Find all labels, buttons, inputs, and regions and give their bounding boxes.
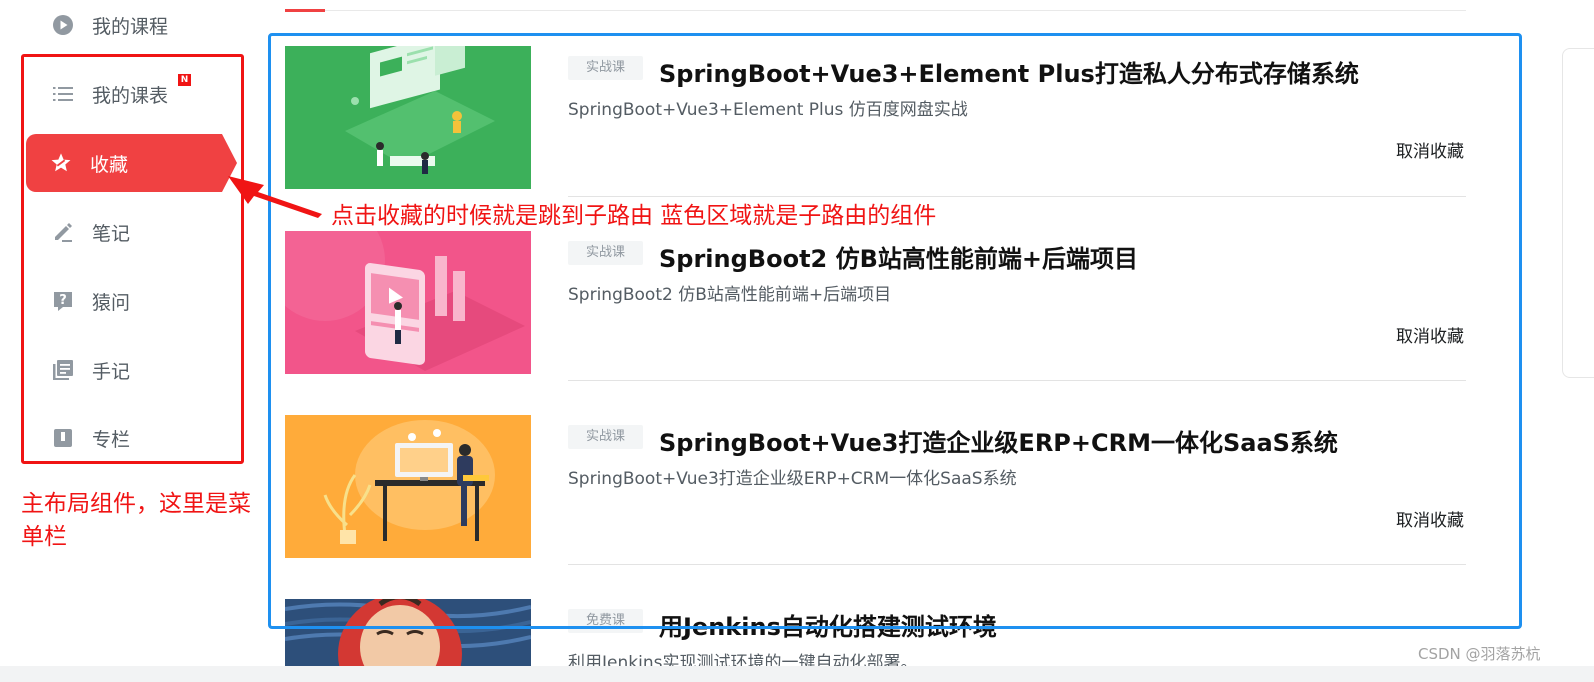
card-divider [568, 564, 1466, 565]
menu-highlight-box [21, 54, 244, 464]
course-title[interactable]: SpringBoot+Vue3+Element Plus打造私人分布式存储系统 [659, 54, 1359, 89]
course-description: SpringBoot+Vue3打造企业级ERP+CRM一体化SaaS系统 [568, 469, 1017, 489]
course-type-badge: 实战课 [568, 241, 643, 265]
route-annotation-text: 点击收藏的时候就是跳到子路由 蓝色区域就是子路由的组件 [331, 203, 937, 229]
course-type-badge: 免费课 [568, 609, 643, 633]
play-circle-icon [52, 14, 74, 36]
unfavorite-button[interactable]: 取消收藏 [1396, 506, 1464, 531]
course-title[interactable]: 用Jenkins自动化搭建测试环境 [659, 607, 997, 642]
annotation-arrow-icon [228, 176, 322, 218]
course-title[interactable]: SpringBoot+Vue3打造企业级ERP+CRM一体化SaaS系统 [659, 423, 1338, 458]
card-divider [568, 380, 1466, 381]
course-description: SpringBoot+Vue3+Element Plus 仿百度网盘实战 [568, 100, 968, 120]
watermark: CSDN @羽落苏杭 [1418, 645, 1541, 663]
active-tab-indicator [285, 9, 325, 12]
course-description: SpringBoot2 仿B站高性能前端+后端项目 [568, 285, 892, 305]
course-title[interactable]: SpringBoot2 仿B站高性能前端+后端项目 [659, 239, 1138, 274]
course-type-badge: 实战课 [568, 425, 643, 449]
course-thumbnail[interactable] [285, 231, 531, 374]
floating-side-panel [1562, 48, 1594, 378]
course-thumbnail[interactable] [285, 415, 531, 558]
course-thumbnail[interactable] [285, 599, 531, 666]
tab-divider [285, 10, 1466, 11]
sidebar-item-label: 我的课程 [92, 15, 169, 38]
sidebar-item-my-courses[interactable]: 我的课程 [28, 0, 218, 54]
unfavorite-button[interactable]: 取消收藏 [1396, 322, 1464, 347]
course-type-badge: 实战课 [568, 56, 643, 80]
unfavorite-button[interactable]: 取消收藏 [1396, 137, 1464, 162]
bottom-strip [0, 666, 1594, 682]
menu-annotation-text: 主布局组件，这里是菜单栏 [21, 491, 251, 550]
